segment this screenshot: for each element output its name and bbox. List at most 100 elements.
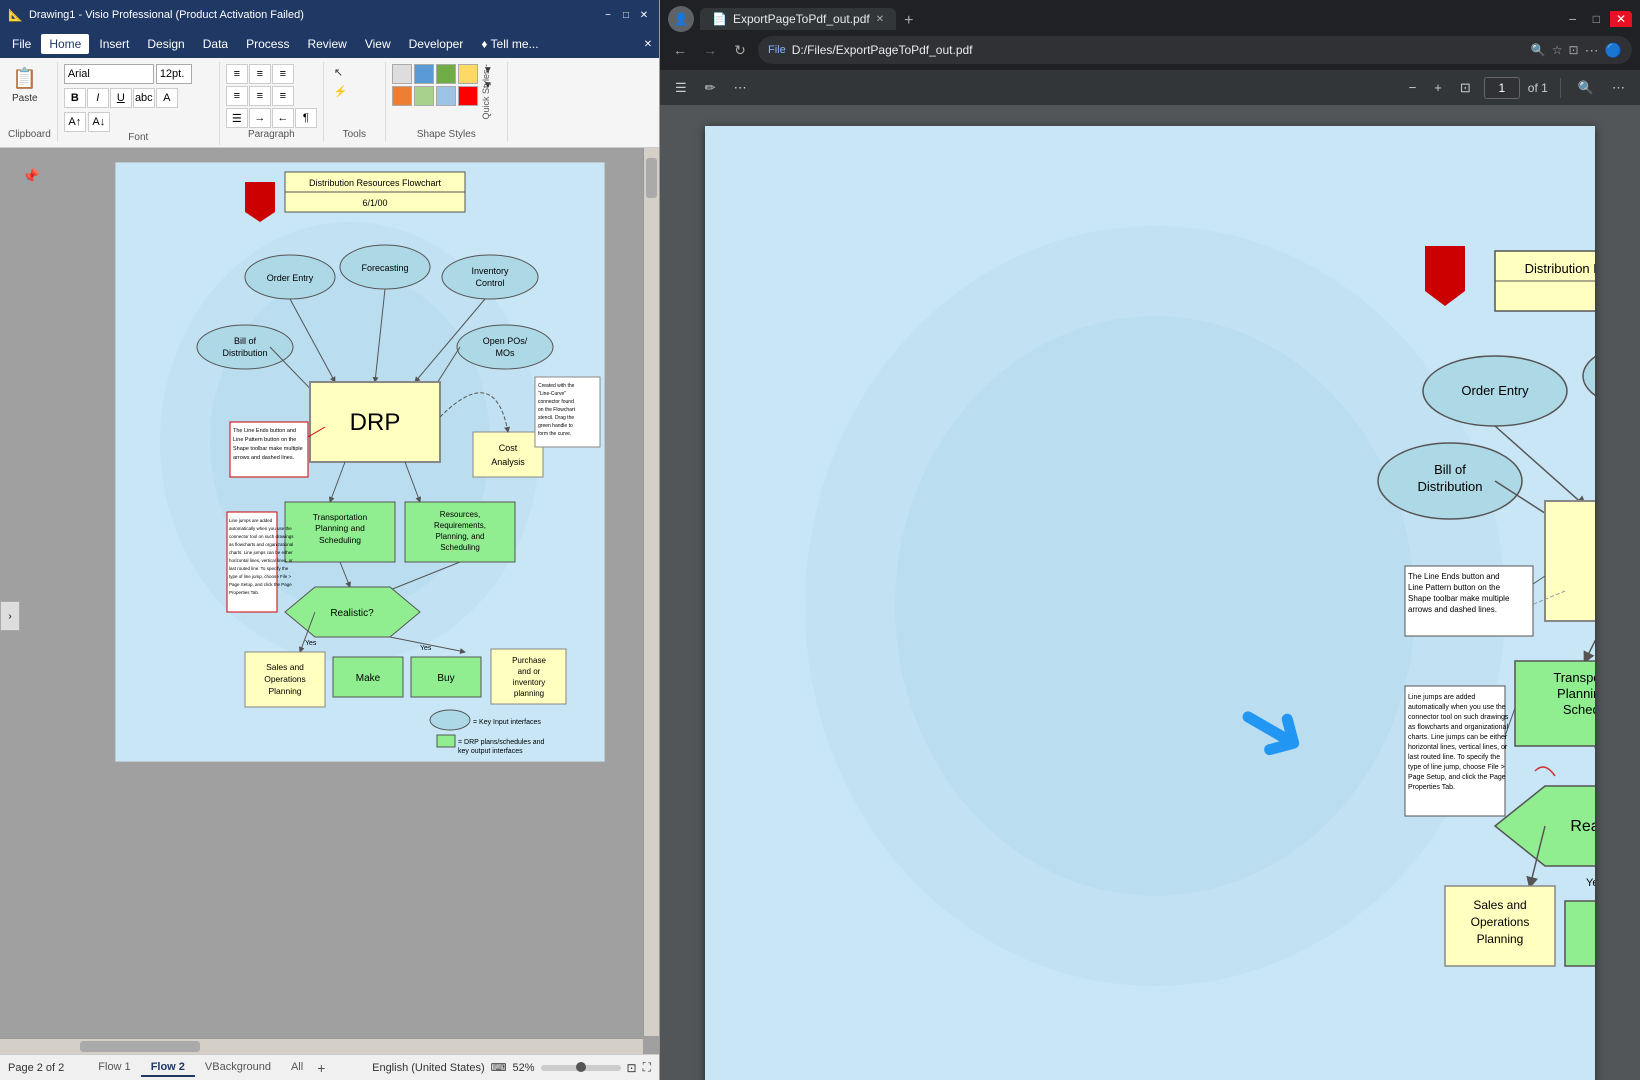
zoom-slider[interactable]	[541, 1065, 621, 1071]
increase-font-button[interactable]: A↑	[64, 112, 86, 132]
fullscreen-icon[interactable]: ⛶	[643, 1060, 651, 1075]
svg-text:Bill of: Bill of	[1434, 462, 1466, 477]
menu-insert[interactable]: Insert	[91, 34, 137, 54]
forward-button[interactable]: →	[698, 38, 722, 62]
align-right-button[interactable]: ≡	[272, 64, 294, 84]
menu-developer[interactable]: Developer	[401, 34, 472, 54]
style-swatch[interactable]	[458, 64, 478, 84]
pdf-more2-button[interactable]: ⋯	[1607, 77, 1630, 99]
svg-text:automatically when you use the: automatically when you use the	[229, 526, 292, 531]
menu-file[interactable]: File	[4, 34, 39, 54]
pointer-tool-button[interactable]: ↖	[330, 64, 352, 81]
outdent-button[interactable]: ←	[272, 108, 294, 128]
pdf-more-button[interactable]: ⋯	[729, 77, 752, 99]
menu-process[interactable]: Process	[238, 34, 297, 54]
svg-text:Operations: Operations	[1471, 915, 1530, 929]
svg-text:form the curve.: form the curve.	[538, 431, 571, 437]
style-swatch[interactable]	[392, 64, 412, 84]
refresh-button[interactable]: ↻	[728, 38, 752, 62]
font-name-input[interactable]	[64, 64, 154, 84]
add-page-button[interactable]: +	[313, 1059, 329, 1077]
shape-styles-group: ▼ ▼ Quick Styles - Shape Styles	[388, 62, 508, 142]
tab-vbackground[interactable]: VBackground	[195, 1059, 281, 1077]
tab-flow1[interactable]: Flow 1	[88, 1059, 140, 1077]
close-button[interactable]: ✕	[637, 8, 651, 22]
menu-review[interactable]: Review	[299, 34, 354, 54]
paste-button[interactable]: 📋 Paste	[8, 64, 42, 106]
style-swatch[interactable]	[436, 86, 456, 106]
browser-tab-active[interactable]: 📄 ExportPageToPdf_out.pdf ✕	[700, 8, 896, 30]
new-tab-button[interactable]: +	[896, 12, 921, 30]
edge-copilot-icon[interactable]: 🔵	[1605, 42, 1622, 59]
browser-profile-avatar[interactable]: 👤	[668, 6, 694, 32]
svg-text:Analysis: Analysis	[491, 457, 525, 467]
pin-button[interactable]: 📌	[22, 168, 39, 185]
strikethrough-button[interactable]: abc	[133, 88, 155, 108]
more-para-button[interactable]: ¶	[295, 108, 317, 128]
tab-close-button[interactable]: ✕	[876, 14, 884, 25]
horizontal-scroll-thumb[interactable]	[80, 1041, 200, 1052]
pdf-content-area[interactable]: Distribution Resources Flowchart 6/1/00 …	[660, 106, 1640, 1080]
align-left-button[interactable]: ≡	[226, 64, 248, 84]
browser-minimize-button[interactable]: −	[1563, 11, 1583, 27]
toc-toggle-button[interactable]: ☰	[670, 77, 692, 99]
minimize-button[interactable]: −	[601, 8, 615, 22]
style-swatch[interactable]	[414, 64, 434, 84]
align-center-button[interactable]: ≡	[249, 64, 271, 84]
svg-text:type of line jump, choose File: type of line jump, choose File >	[229, 574, 292, 579]
page-total-label: of 1	[1528, 81, 1548, 95]
svg-text:Purchase: Purchase	[512, 656, 546, 665]
pdf-search-button[interactable]: 🔍	[1573, 77, 1599, 99]
font-size-input[interactable]	[156, 64, 192, 84]
close-ribbon-button[interactable]: ✕	[641, 37, 655, 51]
style-swatch[interactable]	[392, 86, 412, 106]
tab-all[interactable]: All	[281, 1059, 313, 1077]
pdf-diagram: Distribution Resources Flowchart 6/1/00 …	[705, 126, 1595, 1080]
menu-tell[interactable]: ♦ Tell me...	[473, 34, 546, 54]
menu-data[interactable]: Data	[195, 34, 236, 54]
align-right2-button[interactable]: ≡	[272, 86, 294, 106]
svg-text:Transportation: Transportation	[1553, 670, 1595, 685]
bold-button[interactable]: B	[64, 88, 86, 108]
sidebar-collapse-button[interactable]: ›	[0, 601, 20, 631]
svg-text:"Line-Curve": "Line-Curve"	[538, 391, 566, 397]
fit-page-icon[interactable]: ⊡	[627, 1061, 637, 1075]
back-button[interactable]: ←	[668, 38, 692, 62]
visio-app-icon: 📐	[8, 8, 23, 22]
svg-text:green handle to: green handle to	[538, 423, 573, 429]
underline-button[interactable]: U	[110, 88, 132, 108]
indent-button[interactable]: →	[249, 108, 271, 128]
svg-text:Line Pattern button on the: Line Pattern button on the	[1408, 583, 1501, 592]
menu-home[interactable]: Home	[41, 34, 89, 54]
style-swatch[interactable]	[458, 86, 478, 106]
zoom-out-button[interactable]: −	[1404, 77, 1422, 98]
browser-close-button[interactable]: ✕	[1610, 11, 1632, 27]
list-button[interactable]: ☰	[226, 108, 248, 128]
italic-button[interactable]: I	[87, 88, 109, 108]
connector-tool-button[interactable]: ⚡	[330, 83, 352, 100]
style-swatch[interactable]	[436, 64, 456, 84]
browser-maximize-button[interactable]: □	[1587, 11, 1606, 27]
align-left2-button[interactable]: ≡	[226, 86, 248, 106]
svg-text:arrows and dashed lines.: arrows and dashed lines.	[1408, 605, 1497, 614]
draw-button[interactable]: ✏	[700, 77, 721, 99]
tab-flow2[interactable]: Flow 2	[141, 1059, 195, 1077]
svg-text:Yes: Yes	[420, 645, 432, 652]
pdf-toolbar: ☰ ✏ ⋯ − + ⊡ of 1 🔍 ⋯	[660, 70, 1640, 106]
vertical-scrollbar[interactable]	[643, 148, 659, 1036]
align-center2-button[interactable]: ≡	[249, 86, 271, 106]
fit-page-button[interactable]: ⊡	[1455, 77, 1476, 99]
menu-view[interactable]: View	[357, 34, 399, 54]
horizontal-scrollbar[interactable]	[0, 1038, 643, 1054]
address-bar[interactable]: File D:/Files/ExportPageToPdf_out.pdf 🔍 …	[758, 36, 1632, 64]
maximize-button[interactable]: □	[619, 8, 633, 22]
style-swatch[interactable]	[414, 86, 434, 106]
menu-design[interactable]: Design	[139, 34, 192, 54]
zoom-in-button[interactable]: +	[1429, 77, 1447, 98]
font-color-button[interactable]: A	[156, 88, 178, 108]
vertical-scroll-thumb[interactable]	[646, 158, 657, 198]
more-options-icon[interactable]: ⋯	[1585, 42, 1599, 59]
decrease-font-button[interactable]: A↓	[88, 112, 110, 132]
page-number-input[interactable]	[1484, 77, 1520, 99]
svg-text:Transportation: Transportation	[313, 512, 368, 522]
